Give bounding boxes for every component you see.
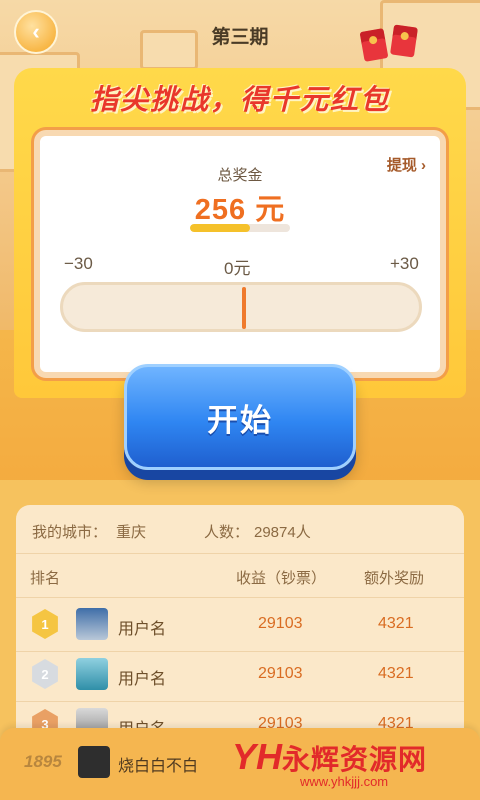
column-header-rank: 排名	[30, 570, 61, 587]
count-label: 人数：	[204, 524, 250, 541]
watermark-url: www.yhkjjj.com	[300, 774, 389, 789]
rank-number: 1	[41, 616, 49, 632]
my-rank-bar: 1895 烧白白不白 YH 永辉资源网 www.yhkjjj.com	[0, 728, 480, 800]
city-value: 重庆	[116, 524, 147, 541]
watermark-logo-icon: YH	[232, 736, 283, 777]
challenge-banner: 指尖挑战，得千元红包	[89, 84, 390, 115]
total-prize-label: 总奖金	[217, 167, 263, 184]
scale-track	[60, 282, 422, 332]
divider	[16, 553, 464, 554]
scale-needle	[242, 287, 246, 329]
table-row[interactable]: 2 用户名 29103 4321	[16, 651, 464, 701]
start-button[interactable]: 开始	[124, 364, 356, 470]
red-envelope-icon	[390, 24, 418, 58]
scale-min-label: −30	[64, 254, 93, 273]
prize-progress-fill	[190, 224, 250, 232]
silver-medal-icon: 2	[32, 659, 58, 689]
table-row[interactable]: 1 用户名 29103 4321	[16, 601, 464, 651]
my-rank-number: 1895	[24, 752, 62, 771]
my-user-name: 烧白白不白	[118, 758, 199, 775]
user-name: 用户名	[118, 621, 167, 638]
city-label: 我的城市：	[32, 524, 108, 541]
scale-max-label: +30	[390, 254, 419, 273]
earnings-value: 29103	[258, 665, 303, 682]
prize-progress-bar	[190, 224, 290, 232]
bonus-value: 4321	[378, 615, 414, 632]
user-name: 用户名	[118, 671, 167, 688]
bonus-value: 4321	[378, 665, 414, 682]
red-envelope-icon	[359, 28, 389, 62]
avatar	[76, 608, 108, 640]
scale-mid-label: 0元	[224, 259, 251, 278]
gold-medal-icon: 1	[32, 609, 58, 639]
total-prize-value: 256 元	[194, 194, 286, 226]
column-header-earnings: 收益（钞票）	[236, 570, 327, 587]
divider	[16, 597, 464, 598]
column-header-bonus: 额外奖励	[364, 570, 425, 587]
prize-panel: 总奖金 提现 › 256 元 −30 0元 +30	[34, 130, 446, 378]
watermark-text: 永辉资源网	[282, 744, 428, 775]
earnings-value: 29103	[258, 615, 303, 632]
avatar	[76, 658, 108, 690]
start-button-label: 开始	[207, 402, 273, 438]
avatar	[78, 746, 110, 778]
withdraw-link[interactable]: 提现 ›	[387, 154, 426, 175]
count-value: 29874人	[254, 524, 311, 541]
rank-number: 2	[41, 666, 49, 682]
